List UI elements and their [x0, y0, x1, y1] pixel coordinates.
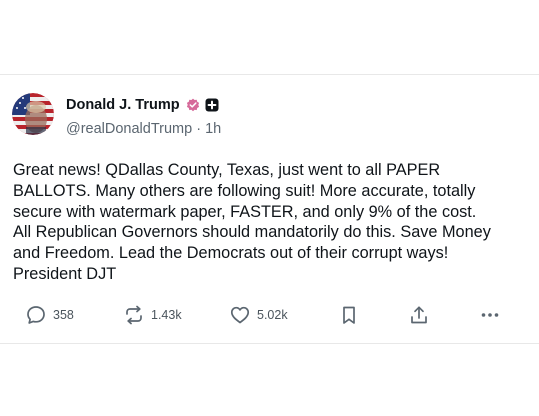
post-time[interactable]: 1h [205, 121, 221, 137]
repost-icon [123, 304, 145, 326]
verified-badge-icon [186, 98, 200, 112]
heart-icon [229, 304, 251, 326]
plus-badge-icon [205, 98, 219, 112]
repost-button[interactable]: 1.43k [123, 303, 182, 327]
avatar-image [12, 93, 54, 135]
display-name[interactable]: Donald J. Trump [66, 97, 180, 113]
name-row: Donald J. Trump [66, 95, 527, 115]
reply-button[interactable]: 358 [25, 303, 74, 327]
handle[interactable]: @realDonaldTrump [66, 121, 192, 137]
like-count: 5.02k [257, 308, 288, 322]
dot-separator: · [196, 121, 202, 137]
repost-count: 1.43k [151, 308, 182, 322]
share-button[interactable] [408, 303, 430, 327]
reply-count: 358 [53, 308, 74, 322]
post-card[interactable]: Donald J. Trump @realDonaldTrump · 1h Gr… [0, 74, 539, 344]
bookmark-button[interactable] [338, 303, 360, 327]
comment-icon [25, 304, 47, 326]
post-body: Great news! QDallas County, Texas, just … [13, 161, 491, 283]
action-bar: 358 1.43k 5.02k [0, 303, 539, 327]
post-header: Donald J. Trump @realDonaldTrump · 1h [66, 95, 527, 137]
screenshot-canvas: Donald J. Trump @realDonaldTrump · 1h Gr… [0, 0, 539, 416]
more-icon [479, 304, 501, 326]
like-button[interactable]: 5.02k [229, 303, 288, 327]
handle-row: @realDonaldTrump · 1h [66, 121, 527, 137]
avatar[interactable] [12, 93, 54, 135]
share-icon [408, 304, 430, 326]
more-options-button[interactable] [479, 303, 501, 327]
bookmark-icon [338, 304, 360, 326]
